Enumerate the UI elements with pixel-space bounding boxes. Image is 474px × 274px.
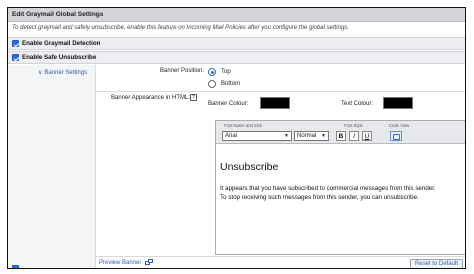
font-size-value: Normal — [297, 133, 317, 139]
intro-text: To detect graymail and safely unsubscrib… — [12, 25, 349, 31]
font-name-select[interactable]: Arial ▼ — [222, 131, 292, 141]
graymail-detection-label: Enable Graymail Detection — [22, 40, 101, 47]
font-size-select[interactable]: Normal ▼ — [294, 131, 329, 141]
editor-footer: Preview Banner Reset to Default — [96, 256, 465, 268]
safe-unsubscribe-label: Enable Safe Unsubscribe — [22, 54, 97, 61]
position-bottom-label: Bottom — [221, 81, 241, 87]
banner-html-editor[interactable]: Font Name and Size Font Style Code View … — [215, 120, 465, 255]
section-divider — [96, 91, 465, 92]
font-name-value: Arial — [225, 133, 238, 139]
text-colour-label: Text Colour: — [341, 101, 374, 107]
banner-body: It appears that you have subscribed to c… — [220, 185, 461, 202]
position-top-radio[interactable] — [208, 68, 216, 76]
text-colour-swatch[interactable] — [383, 97, 413, 109]
reset-to-default-button[interactable]: Reset to Default — [409, 258, 463, 268]
banner-settings-toggle[interactable]: ∨ Banner Settings — [38, 69, 87, 76]
position-top-label: Top — [221, 69, 231, 75]
popup-window-icon[interactable] — [145, 259, 153, 266]
banner-appearance-label: Banner Appearance in HTML: — [111, 95, 191, 101]
panel-title: Edit Graymail Global Settings — [12, 11, 104, 18]
banner-colour-swatch[interactable] — [260, 97, 290, 109]
bold-button[interactable]: B — [336, 131, 346, 141]
font-group-caption: Font Name and Size — [224, 122, 263, 128]
graymail-detection-checkbox[interactable] — [12, 40, 19, 47]
code-view-icon — [393, 133, 400, 140]
banner-settings-label: Banner Settings — [44, 70, 88, 76]
editor-toolbar: Font Name and Size Font Style Code View … — [216, 121, 465, 144]
chevron-down-icon: ▼ — [284, 133, 289, 139]
italic-button[interactable]: I — [349, 131, 359, 141]
panel-title-bar: Edit Graymail Global Settings — [8, 8, 465, 22]
code-group-caption: Code View — [389, 122, 410, 128]
banner-position-label: Banner Position: — [160, 68, 205, 74]
banner-body-line: It appears that you have subscribed to c… — [220, 185, 436, 192]
help-icon[interactable]: ? — [190, 94, 197, 101]
banner-body-line: To stop receiving such messages from thi… — [220, 193, 419, 201]
code-view-button[interactable] — [390, 131, 402, 141]
banner-heading: Unsubscribe — [220, 161, 279, 173]
safe-unsubscribe-checkbox[interactable] — [12, 54, 19, 61]
position-bottom-radio[interactable] — [208, 80, 216, 88]
banner-colour-label: Banner Colour: — [208, 101, 249, 107]
underline-button[interactable]: U — [362, 131, 372, 141]
style-group-caption: Font Style — [344, 122, 363, 128]
chevron-down-icon: ∨ — [38, 70, 43, 76]
next-option-checkbox[interactable] — [12, 265, 19, 268]
editor-content[interactable]: Unsubscribe It appears that you have sub… — [220, 161, 461, 202]
settings-panel: Edit Graymail Global Settings To detect … — [7, 7, 466, 269]
section-sidebar — [8, 65, 96, 268]
chevron-down-icon: ▼ — [321, 133, 326, 139]
preview-banner-link[interactable]: Preview Banner — [99, 260, 141, 266]
